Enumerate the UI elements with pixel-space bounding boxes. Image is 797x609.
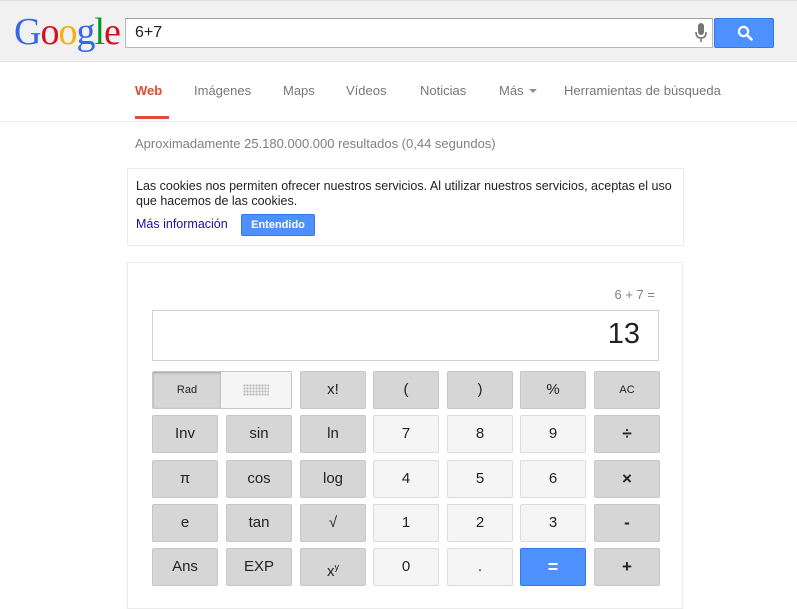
tab-images[interactable]: Imágenes [194, 83, 251, 98]
tab-maps[interactable]: Maps [283, 83, 315, 98]
tab-web[interactable]: Web [135, 83, 162, 98]
key-divide[interactable]: ÷ [594, 415, 660, 453]
key-exp[interactable]: EXP [226, 548, 292, 586]
key-inv[interactable]: Inv [152, 415, 218, 453]
key-8[interactable]: 8 [447, 415, 513, 453]
key-log[interactable]: log [300, 460, 366, 498]
logo-letter-g: G [14, 11, 41, 53]
calc-result: 13 [607, 318, 640, 350]
search-button[interactable] [714, 18, 774, 48]
google-logo[interactable]: Google [14, 11, 121, 53]
header: Google [0, 0, 797, 62]
key-add[interactable]: + [594, 548, 660, 586]
key-sin[interactable]: sin [226, 415, 292, 453]
chevron-down-icon [528, 88, 537, 93]
tab-news[interactable]: Noticias [420, 83, 466, 98]
angle-mode-toggle[interactable]: Rad [152, 371, 292, 409]
logo-letter-e: e [104, 11, 121, 53]
tab-more-label: Más [499, 83, 524, 98]
calc-display: 13 [152, 310, 659, 361]
key-tan[interactable]: tan [226, 504, 292, 542]
search-input[interactable] [135, 19, 675, 47]
key-ln[interactable]: ln [300, 415, 366, 453]
key-close-paren[interactable]: ) [447, 371, 513, 409]
key-ans[interactable]: Ans [152, 548, 218, 586]
key-4[interactable]: 4 [373, 460, 439, 498]
key-pi[interactable]: π [152, 460, 218, 498]
key-e[interactable]: e [152, 504, 218, 542]
deg-button[interactable] [221, 372, 291, 408]
calculator: 6 + 7 = 13 Rad x! ( ) % AC Inv sin ln 7 … [127, 262, 683, 609]
key-5[interactable]: 5 [447, 460, 513, 498]
active-tab-indicator [135, 116, 169, 119]
result-stats: Aproximadamente 25.180.000.000 resultado… [135, 136, 496, 151]
rad-button[interactable]: Rad [153, 372, 221, 408]
logo-letter-l: l [94, 11, 105, 53]
key-decimal[interactable]: . [447, 548, 513, 586]
key-subtract[interactable]: - [594, 504, 660, 542]
mic-icon[interactable] [694, 22, 708, 44]
tab-search-tools[interactable]: Herramientas de búsqueda [564, 83, 721, 98]
search-tabs: Web Imágenes Maps Vídeos Noticias Más He… [0, 63, 797, 122]
key-1[interactable]: 1 [373, 504, 439, 542]
key-sqrt[interactable]: √ [300, 504, 366, 542]
key-3[interactable]: 3 [520, 504, 586, 542]
key-open-paren[interactable]: ( [373, 371, 439, 409]
key-multiply[interactable]: × [594, 460, 660, 498]
cookie-text: Las cookies nos permiten ofrecer nuestro… [136, 179, 672, 208]
cookie-notice: Las cookies nos permiten ofrecer nuestro… [127, 168, 684, 246]
key-equals[interactable]: = [520, 548, 586, 586]
tab-videos[interactable]: Vídeos [346, 83, 386, 98]
key-2[interactable]: 2 [447, 504, 513, 542]
key-power-base: x [327, 563, 335, 580]
key-7[interactable]: 7 [373, 415, 439, 453]
key-9[interactable]: 9 [520, 415, 586, 453]
tab-more[interactable]: Más [499, 83, 537, 98]
dots-icon [243, 384, 269, 396]
logo-letter-o2: o [58, 11, 77, 53]
key-all-clear[interactable]: AC [594, 371, 660, 409]
search-icon [737, 25, 753, 41]
logo-letter-o1: o [40, 11, 59, 53]
calc-history: 6 + 7 = [614, 287, 655, 302]
key-cos[interactable]: cos [226, 460, 292, 498]
key-percent[interactable]: % [520, 371, 586, 409]
key-power[interactable]: xy [300, 548, 366, 586]
more-info-link[interactable]: Más información [136, 217, 228, 231]
key-factorial[interactable]: x! [300, 371, 366, 409]
cookie-accept-button[interactable]: Entendido [241, 214, 315, 236]
key-6[interactable]: 6 [520, 460, 586, 498]
key-0[interactable]: 0 [373, 548, 439, 586]
search-box[interactable] [125, 18, 713, 48]
logo-letter-g2: g [76, 11, 95, 53]
key-power-exponent: y [334, 562, 340, 572]
